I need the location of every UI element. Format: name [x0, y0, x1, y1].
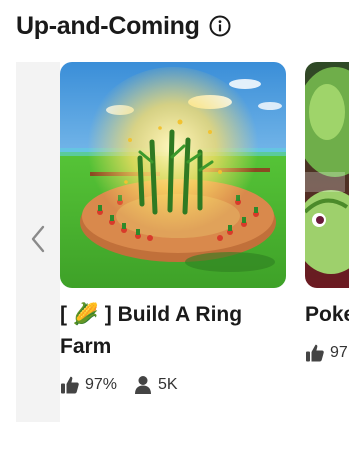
players-stat: 5K: [133, 375, 178, 395]
chevron-left-icon: [31, 225, 45, 253]
section-title: Up-and-Coming: [16, 12, 200, 40]
carousel-prev-button[interactable]: [16, 62, 60, 422]
players-value: 5K: [158, 376, 178, 393]
game-card[interactable]: Poke Bron 97: [305, 62, 349, 363]
thumbs-up-icon: [306, 344, 324, 362]
rating-stat: 97%: [60, 375, 117, 395]
section-header: Up-and-Coming: [16, 8, 232, 44]
info-circle-icon[interactable]: [208, 14, 232, 38]
game-stats: 97: [305, 343, 349, 363]
game-card[interactable]: [ 🌽 ] Build A Ring Farm 97% 5K: [60, 62, 286, 395]
game-thumbnail[interactable]: [60, 62, 286, 288]
game-name[interactable]: Poke Bron: [305, 299, 349, 331]
rating-value: 97%: [85, 376, 118, 393]
rating-value: 97: [330, 344, 348, 361]
game-thumbnail[interactable]: [305, 62, 349, 288]
person-icon: [135, 376, 152, 394]
page: Up-and-Coming [🌽] Build A Ring Farm 97…: [0, 0, 349, 454]
game-stats: 97% 5K: [60, 375, 286, 395]
rating-stat: 97: [305, 343, 348, 363]
game-name[interactable]: [ 🌽 ] Build A Ring Farm: [60, 299, 280, 363]
thumbs-up-icon: [61, 376, 79, 394]
